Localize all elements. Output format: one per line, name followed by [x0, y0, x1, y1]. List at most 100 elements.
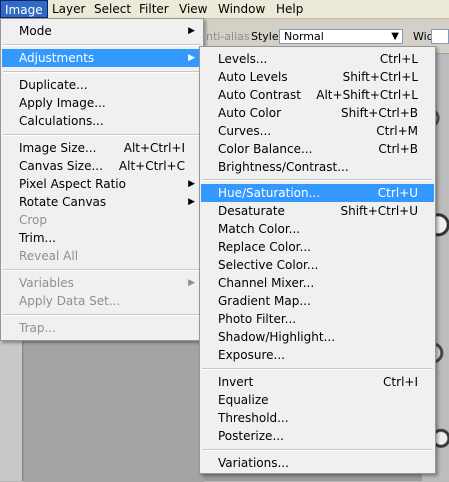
- chevron-down-icon: ▼: [391, 31, 399, 42]
- menu-item-photo-filter[interactable]: Photo Filter...: [201, 310, 434, 328]
- menu-item-image-size[interactable]: Image Size... Alt+Ctrl+I: [2, 139, 202, 157]
- menu-item-label: Apply Image...: [19, 96, 106, 110]
- menu-item-crop[interactable]: Crop: [2, 211, 202, 229]
- menu-window[interactable]: Window: [214, 0, 269, 18]
- image-menu: Mode ▶ Adjustments ▶ Duplicate... Apply …: [0, 18, 204, 341]
- menu-image[interactable]: Image: [0, 0, 48, 18]
- menu-item-variations[interactable]: Variations...: [201, 454, 434, 472]
- menu-item-desaturate[interactable]: Desaturate Shift+Ctrl+U: [201, 202, 434, 220]
- menu-item-selective-color[interactable]: Selective Color...: [201, 256, 434, 274]
- menu-item-curves[interactable]: Curves... Ctrl+M: [201, 122, 434, 140]
- menu-item-threshold[interactable]: Threshold...: [201, 409, 434, 427]
- menu-item-label: Hue/Saturation...: [218, 186, 321, 200]
- menu-item-trim[interactable]: Trim...: [2, 229, 202, 247]
- menu-separator: [202, 368, 433, 370]
- menu-item-hue-saturation[interactable]: Hue/Saturation... Ctrl+U: [201, 184, 434, 202]
- menu-separator: [3, 44, 201, 46]
- menu-help[interactable]: Help: [272, 0, 307, 18]
- menu-item-auto-color[interactable]: Auto Color Shift+Ctrl+B: [201, 104, 434, 122]
- menu-item-levels[interactable]: Levels... Ctrl+L: [201, 50, 434, 68]
- menu-item-label: Pixel Aspect Ratio: [19, 177, 126, 191]
- menu-item-brightness-contrast[interactable]: Brightness/Contrast...: [201, 158, 434, 176]
- menu-item-label: Gradient Map...: [218, 294, 311, 308]
- menu-separator: [3, 269, 201, 271]
- menu-item-reveal-all[interactable]: Reveal All: [2, 247, 202, 265]
- menu-item-shortcut: Ctrl+B: [378, 142, 418, 156]
- menu-item-label: Adjustments: [19, 51, 95, 65]
- menu-item-channel-mixer[interactable]: Channel Mixer...: [201, 274, 434, 292]
- menu-item-mode[interactable]: Mode ▶: [2, 22, 202, 40]
- menu-item-label: Trim...: [19, 231, 56, 245]
- menu-item-label: Variables: [19, 276, 74, 290]
- menu-item-auto-contrast[interactable]: Auto Contrast Alt+Shift+Ctrl+L: [201, 86, 434, 104]
- menu-item-label: Exposure...: [218, 348, 285, 362]
- menu-item-label: Crop: [19, 213, 48, 227]
- menu-item-color-balance[interactable]: Color Balance... Ctrl+B: [201, 140, 434, 158]
- menu-item-label: Auto Contrast: [218, 88, 301, 102]
- menu-separator: [3, 314, 201, 316]
- menu-item-pixel-aspect-ratio[interactable]: Pixel Aspect Ratio ▶: [2, 175, 202, 193]
- menu-item-label: Trap...: [19, 321, 56, 335]
- menu-item-label: Shadow/Highlight...: [218, 330, 336, 344]
- menu-separator: [3, 134, 201, 136]
- menu-item-label: Levels...: [218, 52, 268, 66]
- menu-item-equalize[interactable]: Equalize: [201, 391, 434, 409]
- menu-item-invert[interactable]: Invert Ctrl+I: [201, 373, 434, 391]
- menu-item-calculations[interactable]: Calculations...: [2, 112, 202, 130]
- menu-item-apply-data-set[interactable]: Apply Data Set...: [2, 292, 202, 310]
- menu-item-posterize[interactable]: Posterize...: [201, 427, 434, 445]
- menu-item-exposure[interactable]: Exposure...: [201, 346, 434, 364]
- submenu-arrow-icon: ▶: [188, 278, 195, 288]
- style-label: Style:: [251, 30, 283, 43]
- menu-item-shortcut: Ctrl+I: [383, 375, 418, 389]
- menu-item-label: Reveal All: [19, 249, 79, 263]
- menu-view[interactable]: View: [175, 0, 211, 18]
- menu-item-label: Duplicate...: [19, 78, 88, 92]
- menu-item-label: Auto Color: [218, 106, 282, 120]
- menu-item-duplicate[interactable]: Duplicate...: [2, 76, 202, 94]
- menu-item-auto-levels[interactable]: Auto Levels Shift+Ctrl+L: [201, 68, 434, 86]
- menu-item-label: Selective Color...: [218, 258, 319, 272]
- menu-bar: Image Layer Select Filter View Window He…: [0, 0, 449, 19]
- submenu-arrow-icon: ▶: [188, 26, 195, 36]
- menu-item-shortcut: Alt+Ctrl+C: [118, 159, 185, 173]
- menu-item-label: Image Size...: [19, 141, 97, 155]
- menu-item-shadow-highlight[interactable]: Shadow/Highlight...: [201, 328, 434, 346]
- menu-item-label: Curves...: [218, 124, 272, 138]
- menu-layer[interactable]: Layer: [48, 0, 89, 18]
- menu-item-label: Photo Filter...: [218, 312, 297, 326]
- menu-item-label: Posterize...: [218, 429, 284, 443]
- menu-item-replace-color[interactable]: Replace Color...: [201, 238, 434, 256]
- menu-separator: [3, 71, 201, 73]
- style-dropdown[interactable]: Normal ▼: [279, 29, 403, 44]
- menu-item-label: Threshold...: [218, 411, 289, 425]
- submenu-arrow-icon: ▶: [188, 197, 195, 207]
- menu-item-shortcut: Alt+Shift+Ctrl+L: [316, 88, 418, 102]
- menu-item-label: Rotate Canvas: [19, 195, 107, 209]
- width-input[interactable]: [431, 29, 449, 44]
- submenu-arrow-icon: ▶: [188, 53, 195, 63]
- menu-item-label: Canvas Size...: [19, 159, 103, 173]
- menu-select[interactable]: Select: [90, 0, 135, 18]
- menu-item-label: Variations...: [218, 456, 289, 470]
- menu-item-match-color[interactable]: Match Color...: [201, 220, 434, 238]
- menu-item-label: Match Color...: [218, 222, 301, 236]
- menu-item-apply-image[interactable]: Apply Image...: [2, 94, 202, 112]
- menu-item-shortcut: Shift+Ctrl+L: [342, 70, 418, 84]
- menu-item-shortcut: Shift+Ctrl+U: [340, 204, 418, 218]
- menu-item-gradient-map[interactable]: Gradient Map...: [201, 292, 434, 310]
- menu-item-adjustments[interactable]: Adjustments ▶: [2, 49, 202, 67]
- menu-separator: [202, 449, 433, 451]
- menu-item-label: Mode: [19, 24, 52, 38]
- menu-item-variables[interactable]: Variables ▶: [2, 274, 202, 292]
- menu-item-trap[interactable]: Trap...: [2, 319, 202, 337]
- menu-item-shortcut: Ctrl+U: [377, 186, 418, 200]
- adjustments-submenu: Levels... Ctrl+L Auto Levels Shift+Ctrl+…: [199, 46, 436, 474]
- menu-item-rotate-canvas[interactable]: Rotate Canvas ▶: [2, 193, 202, 211]
- menu-separator: [202, 179, 433, 181]
- menu-item-label: Channel Mixer...: [218, 276, 315, 290]
- menu-item-canvas-size[interactable]: Canvas Size... Alt+Ctrl+C: [2, 157, 202, 175]
- antialias-label: nti-alias: [206, 30, 250, 43]
- menu-filter[interactable]: Filter: [135, 0, 173, 18]
- menu-item-label: Brightness/Contrast...: [218, 160, 349, 174]
